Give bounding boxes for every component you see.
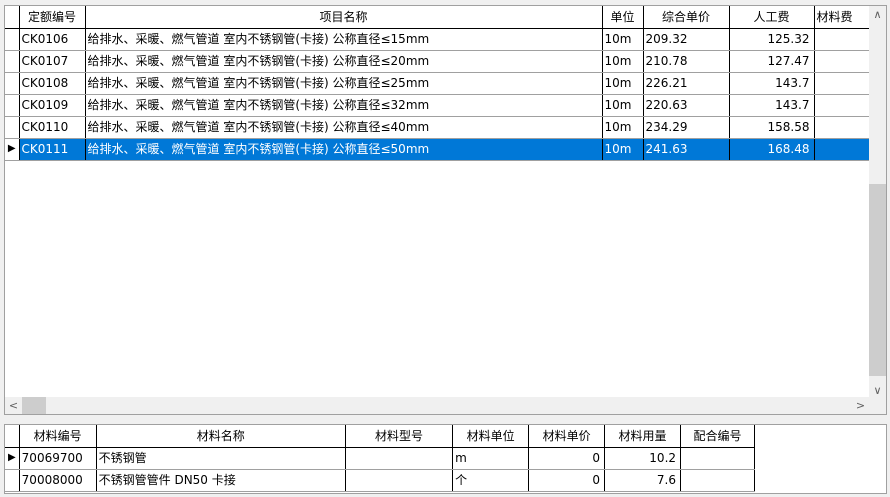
cell-material[interactable] xyxy=(814,72,872,95)
table-row-selected[interactable]: ▶ CK0111 给排水、采暖、燃气管道 室内不锈钢管(卡接) 公称直径≤50m… xyxy=(5,138,872,161)
cell-name[interactable]: 给排水、采暖、燃气管道 室内不锈钢管(卡接) 公称直径≤25mm xyxy=(85,72,603,95)
cell-material-qty[interactable]: 7.6 xyxy=(604,469,682,492)
table-row[interactable]: CK0110 给排水、采暖、燃气管道 室内不锈钢管(卡接) 公称直径≤40mm … xyxy=(5,116,872,139)
cell-name[interactable]: 给排水、采暖、燃气管道 室内不锈钢管(卡接) 公称直径≤15mm xyxy=(85,28,603,51)
col-header-mix-code[interactable]: 配合编号 xyxy=(680,425,755,448)
row-indicator[interactable] xyxy=(5,116,20,139)
current-row-icon[interactable]: ▶ xyxy=(5,447,20,470)
col-header-material-name[interactable]: 材料名称 xyxy=(96,425,346,448)
cell-material-price[interactable]: 0 xyxy=(528,469,606,492)
cell-name[interactable]: 给排水、采暖、燃气管道 室内不锈钢管(卡接) 公称直径≤32mm xyxy=(85,94,603,117)
scroll-right-icon[interactable]: > xyxy=(852,397,869,414)
cell-price[interactable]: 210.78 xyxy=(643,50,730,73)
cell-material-code[interactable]: 70069700 xyxy=(19,447,97,470)
row-indicator[interactable] xyxy=(5,94,20,117)
material-grid[interactable]: 材料编号 材料名称 材料型号 材料单位 材料单价 材料用量 配合编号 ▶ 700… xyxy=(4,424,887,494)
cell-code[interactable]: CK0109 xyxy=(19,94,86,117)
cell-labor[interactable]: 143.7 xyxy=(729,94,815,117)
table-row[interactable]: CK0106 给排水、采暖、燃气管道 室内不锈钢管(卡接) 公称直径≤15mm … xyxy=(5,28,872,51)
cell-code[interactable]: CK0106 xyxy=(19,28,86,51)
scroll-up-icon[interactable]: ∧ xyxy=(869,6,886,23)
cell-code[interactable]: CK0108 xyxy=(19,72,86,95)
cell-material-unit[interactable]: m xyxy=(452,447,530,470)
table-row[interactable]: 70008000 不锈钢管管件 DN50 卡接 个 0 7.6 xyxy=(5,469,755,492)
vertical-scroll-thumb[interactable] xyxy=(869,184,886,376)
cell-labor[interactable]: 168.48 xyxy=(729,138,815,161)
material-header-row: 材料编号 材料名称 材料型号 材料单位 材料单价 材料用量 配合编号 xyxy=(5,425,755,448)
row-indicator[interactable] xyxy=(5,50,20,73)
cell-material-price[interactable]: 0 xyxy=(528,447,606,470)
row-indicator[interactable] xyxy=(5,72,20,95)
cell-price[interactable]: 226.21 xyxy=(643,72,730,95)
col-header-name[interactable]: 项目名称 xyxy=(85,6,603,29)
cell-unit[interactable]: 10m xyxy=(602,50,644,73)
cell-name[interactable]: 给排水、采暖、燃气管道 室内不锈钢管(卡接) 公称直径≤20mm xyxy=(85,50,603,73)
cell-unit[interactable]: 10m xyxy=(602,72,644,95)
col-header-material-price[interactable]: 材料单价 xyxy=(528,425,606,448)
row-indicator[interactable] xyxy=(5,469,20,492)
table-row[interactable]: ▶ 70069700 不锈钢管 m 0 10.2 xyxy=(5,447,755,470)
quota-table: 定额编号 项目名称 单位 综合单价 人工费 材料费 CK0106 给排水、采暖、… xyxy=(5,6,872,161)
col-header-material-model[interactable]: 材料型号 xyxy=(345,425,454,448)
col-header-material-unit[interactable]: 材料单位 xyxy=(452,425,530,448)
cell-unit[interactable]: 10m xyxy=(602,116,644,139)
col-header-material-qty[interactable]: 材料用量 xyxy=(604,425,682,448)
table-row[interactable]: CK0108 给排水、采暖、燃气管道 室内不锈钢管(卡接) 公称直径≤25mm … xyxy=(5,72,872,95)
cell-code[interactable]: CK0111 xyxy=(19,138,86,161)
cell-material-model[interactable] xyxy=(345,469,454,492)
col-header-material[interactable]: 材料费 xyxy=(814,6,872,29)
col-header-material-code[interactable]: 材料编号 xyxy=(19,425,97,448)
cell-material[interactable] xyxy=(814,94,872,117)
cell-labor[interactable]: 158.58 xyxy=(729,116,815,139)
cell-price[interactable]: 220.63 xyxy=(643,94,730,117)
cell-mix-code[interactable] xyxy=(680,447,755,470)
col-header-code[interactable]: 定额编号 xyxy=(19,6,86,29)
row-indicator-header xyxy=(5,6,20,29)
cell-labor[interactable]: 125.32 xyxy=(729,28,815,51)
vertical-scrollbar[interactable]: ∧ ∨ xyxy=(869,6,886,399)
cell-labor[interactable]: 143.7 xyxy=(729,72,815,95)
cell-material-name[interactable]: 不锈钢管 xyxy=(96,447,346,470)
scrollbar-corner xyxy=(869,397,886,414)
cell-price[interactable]: 241.63 xyxy=(643,138,730,161)
cell-material-model[interactable] xyxy=(345,447,454,470)
cell-material-name[interactable]: 不锈钢管管件 DN50 卡接 xyxy=(96,469,346,492)
cell-name[interactable]: 给排水、采暖、燃气管道 室内不锈钢管(卡接) 公称直径≤50mm xyxy=(85,138,603,161)
cell-material-unit[interactable]: 个 xyxy=(452,469,530,492)
cell-material[interactable] xyxy=(814,116,872,139)
cell-material[interactable] xyxy=(814,28,872,51)
col-header-unit[interactable]: 单位 xyxy=(602,6,644,29)
cell-unit[interactable]: 10m xyxy=(602,138,644,161)
cell-material-code[interactable]: 70008000 xyxy=(19,469,97,492)
cell-material[interactable] xyxy=(814,50,872,73)
horizontal-scroll-thumb[interactable] xyxy=(22,397,46,414)
table-row[interactable]: CK0109 给排水、采暖、燃气管道 室内不锈钢管(卡接) 公称直径≤32mm … xyxy=(5,94,872,117)
cell-mix-code[interactable] xyxy=(680,469,755,492)
col-header-price[interactable]: 综合单价 xyxy=(643,6,730,29)
cell-name[interactable]: 给排水、采暖、燃气管道 室内不锈钢管(卡接) 公称直径≤40mm xyxy=(85,116,603,139)
cell-price[interactable]: 209.32 xyxy=(643,28,730,51)
cell-price[interactable]: 234.29 xyxy=(643,116,730,139)
cell-unit[interactable]: 10m xyxy=(602,28,644,51)
cell-labor[interactable]: 127.47 xyxy=(729,50,815,73)
current-row-icon[interactable]: ▶ xyxy=(5,138,20,161)
cell-code[interactable]: CK0110 xyxy=(19,116,86,139)
row-indicator-header xyxy=(5,425,20,448)
cell-code[interactable]: CK0107 xyxy=(19,50,86,73)
scroll-left-icon[interactable]: < xyxy=(5,397,22,414)
cell-unit[interactable]: 10m xyxy=(602,94,644,117)
table-row[interactable]: CK0107 给排水、采暖、燃气管道 室内不锈钢管(卡接) 公称直径≤20mm … xyxy=(5,50,872,73)
horizontal-scrollbar[interactable]: < > xyxy=(5,397,869,414)
material-table: 材料编号 材料名称 材料型号 材料单位 材料单价 材料用量 配合编号 ▶ 700… xyxy=(5,425,755,492)
quota-header-row: 定额编号 项目名称 单位 综合单价 人工费 材料费 xyxy=(5,6,872,29)
col-header-labor[interactable]: 人工费 xyxy=(729,6,815,29)
cell-material[interactable] xyxy=(814,138,872,161)
cell-material-qty[interactable]: 10.2 xyxy=(604,447,682,470)
row-indicator[interactable] xyxy=(5,28,20,51)
quota-grid[interactable]: 定额编号 项目名称 单位 综合单价 人工费 材料费 CK0106 给排水、采暖、… xyxy=(4,5,887,415)
